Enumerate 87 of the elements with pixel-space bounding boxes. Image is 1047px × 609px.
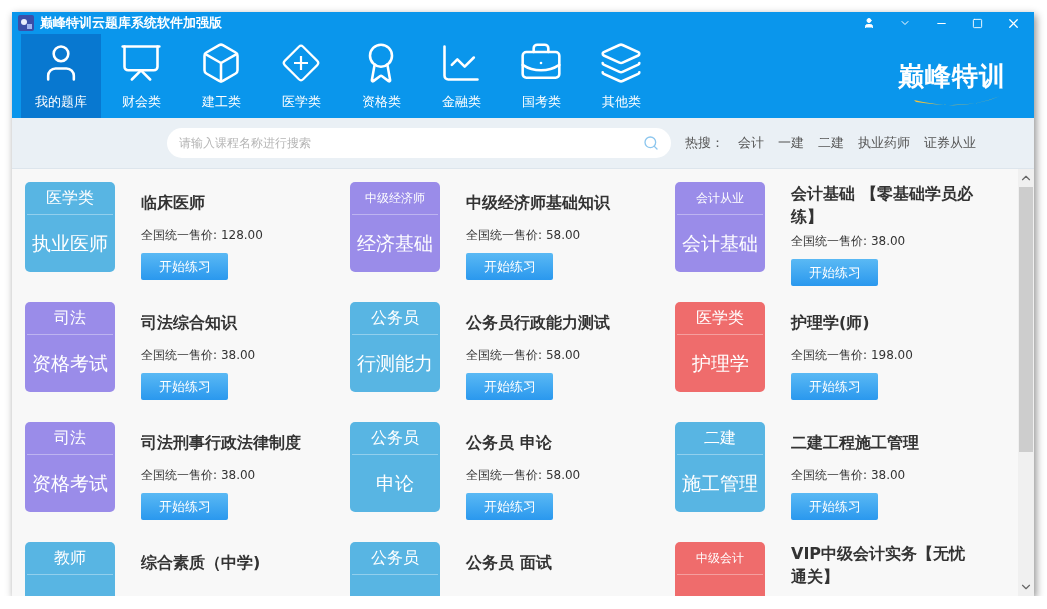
scroll-thumb[interactable]	[1019, 187, 1033, 452]
nav-tab[interactable]: 医学类	[261, 34, 341, 118]
price-text: 全国统一售价: 38.00	[791, 233, 907, 250]
start-practice-button[interactable]: 开始练习	[791, 373, 878, 400]
course-title: 司法综合知识	[141, 311, 238, 334]
price-text: 全国统一售价: 58.00	[466, 467, 582, 484]
course-tile[interactable]: 司法 资格考试	[25, 422, 115, 512]
subject-label: 资格考试	[32, 350, 108, 376]
course-title: 二建工程施工管理	[791, 431, 920, 454]
subject-label: 会计基础	[682, 230, 758, 256]
nav-tab[interactable]: 金融类	[421, 34, 501, 118]
category-label: 教师	[54, 546, 86, 569]
course-title: 综合素质（中学)	[141, 551, 262, 574]
course-title: VIP中级会计实务【无忧通关】	[791, 543, 967, 588]
subject-label: 护理学	[691, 350, 749, 376]
hot-search-link[interactable]: 一建	[778, 134, 804, 152]
subject-label: 执业医师	[32, 230, 108, 256]
category-label: 医学类	[696, 306, 744, 329]
course-tile[interactable]: 公务员	[350, 542, 440, 596]
category-label: 司法	[54, 426, 86, 449]
start-practice-button[interactable]: 开始练习	[141, 373, 228, 400]
price-text: 全国统一售价: 58.00	[466, 347, 582, 364]
price-text: 全国统一售价: 38.00	[141, 467, 257, 484]
hot-search-link[interactable]: 证券从业	[924, 134, 976, 152]
start-practice-button[interactable]: 开始练习	[791, 259, 878, 286]
subject-label: 施工管理	[682, 470, 758, 496]
account-icon[interactable]	[863, 17, 875, 29]
hot-search-link[interactable]: 会计	[738, 134, 764, 152]
price-text: 全国统一售价: 38.00	[141, 347, 257, 364]
category-label: 公务员	[371, 306, 419, 329]
nav-tab[interactable]: 资格类	[341, 34, 421, 118]
category-label: 司法	[54, 306, 86, 329]
brand-logo: 巅峰特训	[898, 59, 1006, 93]
hot-search-link[interactable]: 二建	[818, 134, 844, 152]
course-tile[interactable]: 教师	[25, 542, 115, 596]
nav-tab[interactable]: 财会类	[101, 34, 181, 118]
course-tile[interactable]: 医学类 护理学	[675, 302, 765, 392]
course-title: 临床医师	[141, 191, 206, 214]
course-title: 中级经济师基础知识	[466, 191, 611, 214]
hot-search-label: 热搜：	[685, 134, 724, 152]
subject-label: 申论	[376, 470, 414, 496]
price-text: 全国统一售价: 128.00	[141, 227, 264, 244]
start-practice-button[interactable]: 开始练习	[141, 253, 228, 280]
subject-label: 经济基础	[357, 230, 433, 256]
start-practice-button[interactable]: 开始练习	[791, 493, 878, 520]
start-practice-button[interactable]: 开始练习	[466, 253, 553, 280]
course-title: 公务员行政能力测试	[466, 311, 611, 334]
price-text: 全国统一售价: 38.00	[791, 467, 907, 484]
search-field[interactable]: 请输入课程名称进行搜索	[167, 128, 671, 158]
course-title: 会计基础 【零基础学员必练】	[791, 183, 974, 228]
layers-icon	[599, 41, 643, 85]
scrollbar[interactable]	[1018, 169, 1034, 596]
course-tile[interactable]: 司法 资格考试	[25, 302, 115, 392]
course-tile[interactable]: 公务员 行测能力	[350, 302, 440, 392]
nav-tab[interactable]: 国考类	[501, 34, 581, 118]
course-tile[interactable]: 医学类 执业医师	[25, 182, 115, 272]
nav-tab[interactable]: 我的题库	[21, 34, 101, 118]
maximize-icon[interactable]	[971, 17, 983, 29]
course-tile[interactable]: 中级会计	[675, 542, 765, 596]
nav-tab[interactable]: 其他类	[581, 34, 661, 118]
course-title: 司法刑事行政法律制度	[141, 431, 302, 454]
category-label: 公务员	[371, 426, 419, 449]
course-title: 护理学(师)	[791, 311, 871, 334]
category-label: 会计从业	[696, 189, 744, 207]
category-label: 中级经济师	[365, 189, 425, 207]
search-icon[interactable]	[643, 135, 659, 151]
course-title: 公务员 申论	[466, 431, 553, 454]
start-practice-button[interactable]: 开始练习	[466, 373, 553, 400]
price-text: 全国统一售价: 58.00	[466, 227, 582, 244]
subject-label: 行测能力	[357, 350, 433, 376]
category-label: 中级会计	[696, 549, 744, 567]
course-tile[interactable]: 会计从业 会计基础	[675, 182, 765, 272]
course-tile[interactable]: 公务员 申论	[350, 422, 440, 512]
category-label: 二建	[704, 426, 736, 449]
nav-tab[interactable]: 建工类	[181, 34, 261, 118]
price-text: 全国统一售价: 198.00	[791, 347, 914, 364]
course-tile[interactable]: 中级经济师 经济基础	[350, 182, 440, 272]
course-title: 公务员 面试	[466, 551, 553, 574]
category-label: 公务员	[371, 546, 419, 569]
hot-search-link[interactable]: 执业药师	[858, 134, 910, 152]
start-practice-button[interactable]: 开始练习	[466, 493, 553, 520]
app-logo-icon	[18, 15, 34, 31]
category-label: 医学类	[46, 186, 94, 209]
start-practice-button[interactable]: 开始练习	[141, 493, 228, 520]
window-title: 巅峰特训云题库系统软件加强版	[40, 14, 223, 32]
subject-label: 资格考试	[32, 470, 108, 496]
course-tile[interactable]: 二建 施工管理	[675, 422, 765, 512]
